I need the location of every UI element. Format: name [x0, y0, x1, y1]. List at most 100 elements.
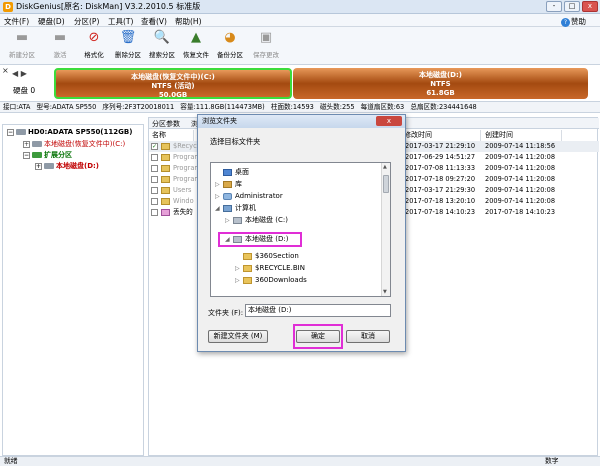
tree-d-node[interactable]: + 本地磁盘(D:) [35, 161, 99, 171]
info-interface: 接口:ATA [3, 103, 31, 111]
folder-icon [161, 187, 170, 194]
close-icon[interactable]: × [2, 66, 9, 75]
row-checkbox[interactable]: ✓ [151, 143, 158, 150]
chevron-right-icon[interactable]: ▷ [225, 215, 233, 227]
row-checkbox[interactable] [151, 187, 158, 194]
row-checkbox[interactable] [151, 209, 158, 216]
row-created: 2009-07-14 11:20:08 [485, 164, 556, 172]
column-name[interactable]: 名称 [149, 130, 194, 141]
menu-partition[interactable]: 分区(P) [74, 16, 99, 27]
menu-help[interactable]: 帮助(H) [175, 16, 202, 27]
folder-item-recycle-bin[interactable]: ▷ $RECYCLE.BIN [235, 262, 305, 274]
folder-label: $RECYCLE.BIN [255, 264, 305, 272]
backup-partition-icon: ◕ [224, 30, 236, 45]
expand-icon[interactable]: + [35, 162, 42, 170]
computer-icon [223, 204, 232, 212]
row-modified: 2017-03-17 21:29:10 [405, 142, 476, 150]
folder-item-library[interactable]: ▷ 库 [215, 178, 242, 190]
folder-icon [161, 198, 170, 205]
status-text: 就绪 [4, 457, 18, 465]
disk-icon [16, 129, 26, 135]
new-folder-button[interactable]: 新建文件夹 (M) [208, 330, 268, 343]
disk-info-bar: 接口:ATA 型号:ADATA SP550 序列号:2F3T20018011 容… [0, 102, 600, 113]
close-button[interactable]: x [582, 1, 598, 12]
maximize-button[interactable]: □ [564, 1, 580, 12]
new-partition-icon: ▬ [15, 30, 29, 45]
folder-item-computer[interactable]: ◢ 计算机 [215, 202, 256, 214]
folder-item-drive-c[interactable]: ▷ 本地磁盘 (C:) [225, 214, 288, 226]
folder-tree-scrollbar[interactable]: ▲ ▼ [381, 163, 390, 296]
partition-d-name: 本地磁盘(D:) [418, 71, 462, 79]
folder-label: 库 [235, 180, 242, 188]
menu-disk[interactable]: 硬盘(D) [38, 16, 65, 27]
minimize-button[interactable]: - [546, 1, 562, 12]
toolbar: ▬ 新建分区 ▬ 激活 ⊘ 格式化 🗑 删除分区 🔍 搜索分区 ▲ 恢复文件 ◕… [0, 27, 600, 65]
folder-icon [243, 252, 252, 260]
row-modified: 2017-06-29 14:51:27 [405, 153, 476, 161]
partition-d-fs: NTFS [430, 80, 451, 88]
folder-item-360downloads[interactable]: ▷ 360Downloads [235, 274, 307, 286]
search-partition-icon: 🔍 [153, 30, 171, 45]
dialog-close-button[interactable]: x [376, 116, 402, 126]
partition-d-block[interactable]: 本地磁盘(D:) NTFS 61.8GB [293, 68, 588, 99]
tree-extended-node[interactable]: − 扩展分区 [23, 150, 72, 160]
row-checkbox[interactable] [151, 154, 158, 161]
chevron-right-icon[interactable]: ▷ [235, 275, 243, 287]
folder-item-administrator[interactable]: ▷ Administrator [215, 190, 283, 202]
folder-name-input[interactable]: 本地磁盘 (D:) [245, 304, 391, 317]
info-capacity: 容量:111.8GB(114473MB) [180, 103, 265, 111]
folder-label: Administrator [235, 192, 283, 200]
sponsor-label: 赞助 [571, 17, 586, 26]
library-icon [223, 180, 232, 188]
folder-label: 桌面 [235, 168, 249, 176]
disk-nav-arrows[interactable]: ◀ ▶ [12, 69, 27, 78]
menu-tools[interactable]: 工具(T) [108, 16, 133, 27]
tree-c-node[interactable]: + 本地磁盘(恢复文件中)(C:) [23, 139, 125, 149]
sponsor-link[interactable]: ? 赞助 [561, 16, 586, 27]
disk-label: 硬盘 0 [13, 86, 36, 95]
tree-d-label: 本地磁盘(D:) [56, 162, 100, 170]
new-partition-button[interactable]: ▬ 新建分区 [2, 29, 42, 59]
tree-disk-node[interactable]: − HD0:ADATA SP550(112GB) [7, 128, 132, 136]
save-changes-button[interactable]: ▣ 保存更改 [246, 29, 286, 59]
backup-partition-label: 备份分区 [217, 51, 243, 59]
user-folder-icon [223, 192, 232, 200]
activate-icon: ▬ [53, 30, 67, 45]
partition-c-fs: NTFS (活动) [151, 82, 195, 90]
tab-partition-params[interactable]: 分区参数 [152, 119, 180, 129]
menu-view[interactable]: 查看(V) [141, 16, 167, 27]
disk-tree: − HD0:ADATA SP550(112GB) + 本地磁盘(恢复文件中)(C:)… [2, 124, 144, 456]
scrollbar-thumb[interactable] [383, 175, 389, 193]
folder-item-360section[interactable]: $360Section [235, 250, 299, 262]
chevron-down-icon[interactable]: ◢ [215, 203, 223, 215]
info-total-sectors: 总扇区数:234441648 [410, 103, 477, 111]
folder-item-desktop[interactable]: 桌面 [215, 166, 249, 178]
folder-label: 360Downloads [255, 276, 307, 284]
scroll-up-icon[interactable]: ▲ [383, 164, 387, 170]
cancel-button[interactable]: 取消 [346, 330, 390, 343]
partition-c-name: 本地磁盘(恢复文件中)(C:) [131, 73, 215, 81]
collapse-icon[interactable]: − [23, 151, 30, 159]
partition-d-size: 61.8GB [426, 89, 455, 97]
expand-icon[interactable]: + [23, 140, 30, 148]
row-checkbox[interactable] [151, 165, 158, 172]
folder-label: 计算机 [235, 204, 256, 212]
info-heads: 磁头数:255 [319, 103, 355, 111]
row-created: 2009-07-14 11:20:08 [485, 153, 556, 161]
folder-icon [243, 264, 252, 272]
partition-c-block[interactable]: 本地磁盘(恢复文件中)(C:) NTFS (活动) 50.0GB [54, 68, 292, 99]
menu-file[interactable]: 文件(F) [4, 16, 29, 27]
column-modified[interactable]: 修改时间 [401, 130, 481, 141]
row-checkbox[interactable] [151, 176, 158, 183]
scroll-down-icon[interactable]: ▼ [383, 289, 387, 295]
folder-label: 本地磁盘 (C:) [245, 216, 288, 224]
app-icon: D [3, 2, 13, 12]
column-created[interactable]: 创建时间 [482, 130, 562, 141]
backup-partition-button[interactable]: ◕ 备份分区 [210, 29, 250, 59]
collapse-icon[interactable]: − [7, 128, 14, 136]
folder-tree: 桌面 ▷ 库 ▷ Administrator ◢ 计算机 ▷ 本地磁盘 (C:) ◢ 本地… [210, 162, 391, 297]
row-checkbox[interactable] [151, 198, 158, 205]
folder-icon [161, 143, 170, 150]
ok-button[interactable]: 确定 [296, 330, 340, 343]
recover-file-icon: ▲ [191, 30, 201, 45]
